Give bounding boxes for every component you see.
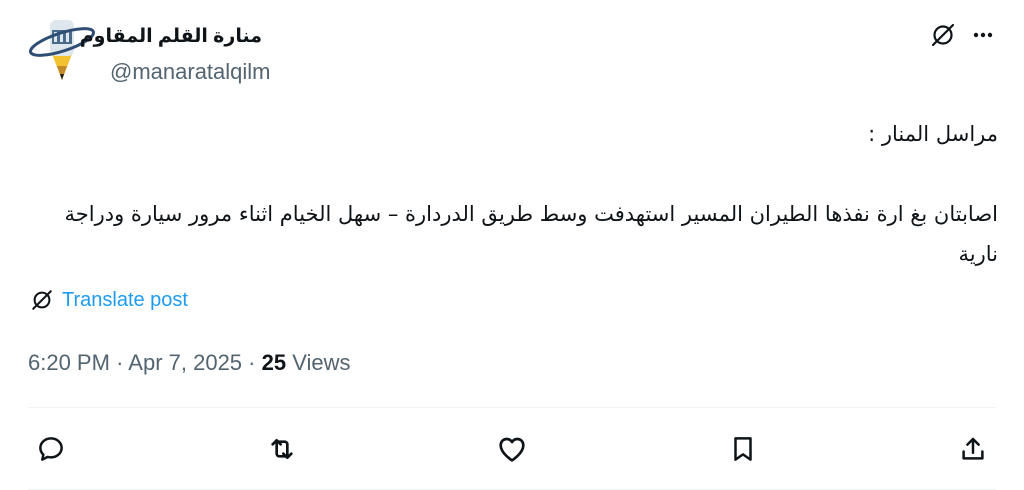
author-display-name[interactable]: منارة القلم المقاوم (80, 24, 262, 50)
views-count: 25 (261, 350, 287, 375)
divider (28, 407, 996, 408)
tweet-meta: 6:20 PM · Apr 7, 2025 · 25 Views (28, 347, 351, 379)
views-label: Views (292, 350, 351, 375)
action-bar (28, 426, 996, 472)
post-date[interactable]: Apr 7, 2025 (128, 350, 242, 375)
share-icon[interactable] (950, 426, 996, 472)
tweet-text: مراسل المنار : اصابتان بغ ارة نفذها الطي… (30, 114, 999, 274)
tweet-line-2: اصابتان بغ ارة نفذها الطيران المسير استه… (64, 202, 999, 266)
reply-icon[interactable] (28, 426, 74, 472)
grok-icon[interactable] (930, 22, 956, 48)
more-icon[interactable] (972, 24, 994, 46)
post-time[interactable]: 6:20 PM (28, 350, 110, 375)
meta-separator: · (248, 350, 256, 375)
translate-post-label: Translate post (62, 289, 188, 311)
tweet-line-1: مراسل المنار : (868, 122, 998, 146)
author-handle[interactable]: @manaratalqilm (110, 58, 271, 86)
translate-icon (30, 288, 54, 312)
like-icon[interactable] (489, 426, 535, 472)
meta-separator: · (116, 350, 124, 375)
translate-post-button[interactable]: Translate post (30, 286, 188, 314)
repost-icon[interactable] (259, 426, 305, 472)
bookmark-icon[interactable] (720, 426, 766, 472)
